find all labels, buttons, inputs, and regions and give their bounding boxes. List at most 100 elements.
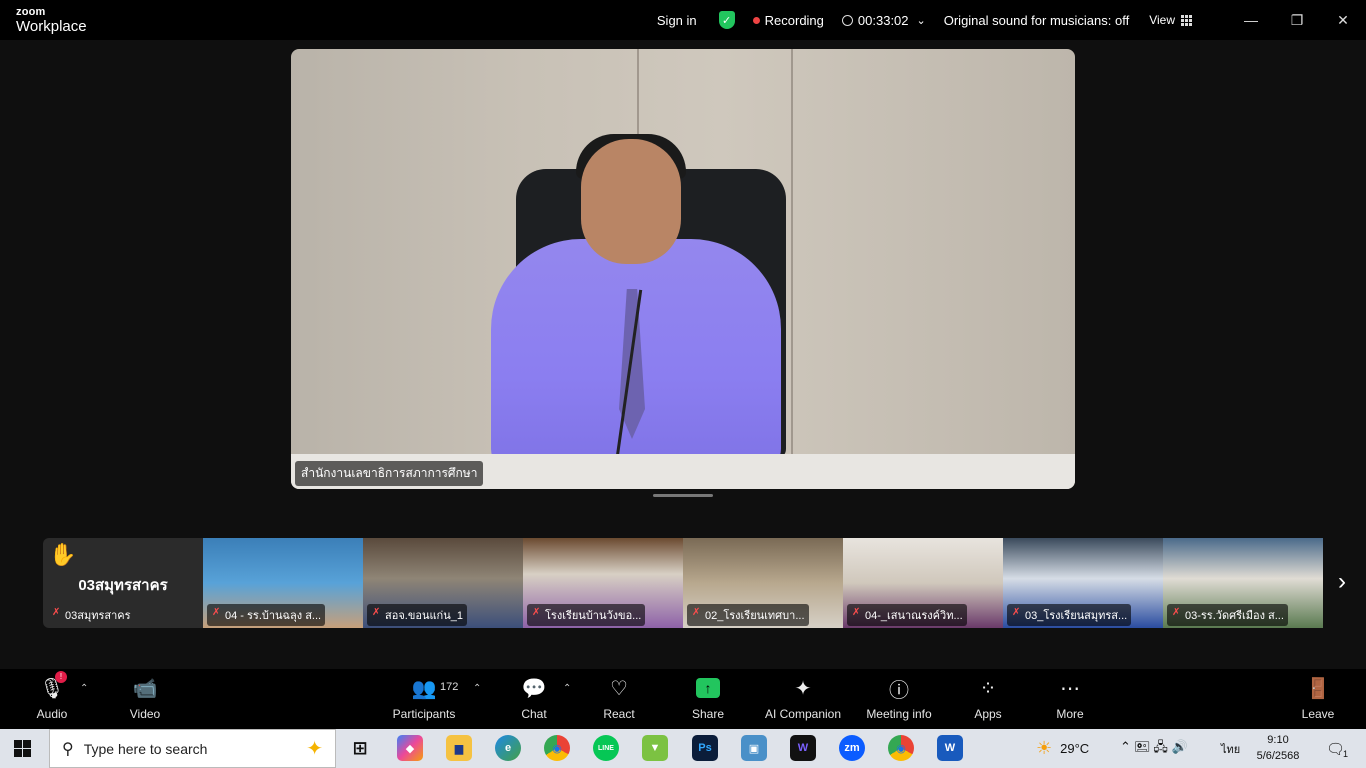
resize-handle[interactable] xyxy=(653,494,713,497)
meeting-timer[interactable]: 00:33:02 ⌄ xyxy=(841,13,926,28)
sign-in-button[interactable]: Sign in xyxy=(657,13,697,28)
participant-tile[interactable]: ✗ 04 - รร.บ้านฉลุง ส... xyxy=(203,538,363,628)
apps-label: Apps xyxy=(974,707,1002,721)
participant-name-label: ✗ 03_โรงเรียนสมุทรส... xyxy=(1007,604,1132,626)
minimize-button[interactable]: — xyxy=(1228,0,1274,40)
share-arrow-icon: ↑ xyxy=(696,678,720,698)
share-button[interactable]: ↑ Share xyxy=(690,669,726,729)
edge-icon[interactable]: e xyxy=(495,735,521,761)
task-view-icon[interactable]: ⊞ xyxy=(347,735,373,761)
participant-strip: ✋ 03สมุทรสาคร ✗ 03สมุทรสาคร ✗ 04 - รร.บ้าน… xyxy=(43,538,1323,628)
taskbar-search-box[interactable]: ⚲ Type here to search ✦ xyxy=(49,729,336,768)
weather-widget[interactable]: ☀ 29°C xyxy=(1036,729,1089,768)
download-app-icon[interactable]: ▼ xyxy=(642,735,668,761)
zoom-window: zoom Workplace Sign in ✓ Recording 00:33… xyxy=(0,0,1366,768)
participant-tile[interactable]: ✗ 04-_เสนาณรงค์วิท... xyxy=(843,538,1003,628)
view-button[interactable]: View xyxy=(1149,13,1192,27)
photoshop-icon[interactable]: Ps xyxy=(692,735,718,761)
windows-start-icon[interactable] xyxy=(14,740,31,757)
file-explorer-icon[interactable]: ▆ xyxy=(446,735,472,761)
zoom-app-icon[interactable]: zm xyxy=(839,735,865,761)
audio-options-caret-icon[interactable]: ⌃ xyxy=(80,683,88,694)
copilot-icon[interactable]: ◆ xyxy=(397,735,423,761)
leave-label: Leave xyxy=(1301,707,1335,721)
next-page-chevron-icon[interactable]: › xyxy=(1338,568,1346,596)
word-icon[interactable]: W xyxy=(937,735,963,761)
ai-companion-label: AI Companion xyxy=(764,707,842,721)
participant-tile[interactable]: ✗ 03_โรงเรียนสมุทรส... xyxy=(1003,538,1163,628)
active-speaker-video[interactable]: สำนักงานเลขาธิการสภาการศึกษา xyxy=(291,49,1075,489)
security-shield-icon[interactable]: ✓ xyxy=(718,11,735,29)
meeting-toolbar: 🎙! Audio ⌃ 📹 Video 👥 Participants 172 ⌃ … xyxy=(0,669,1366,729)
participants-count: 172 xyxy=(440,681,459,693)
muted-mic-icon: ✗ xyxy=(212,607,221,618)
notification-center-icon[interactable]: 🗨 1 xyxy=(1326,729,1348,768)
timer-chevron-icon: ⌄ xyxy=(916,14,926,27)
video-button[interactable]: 📹 Video xyxy=(124,669,166,729)
original-sound-status[interactable]: Original sound for musicians: off xyxy=(944,13,1129,28)
weather-sun-icon: ☀ xyxy=(1036,738,1053,758)
record-dot-icon xyxy=(752,16,760,24)
recording-indicator[interactable]: Recording xyxy=(752,13,824,28)
participant-name-label: ✗ 03-รร.วัดศรีเมือง ส... xyxy=(1167,604,1288,626)
leave-button[interactable]: 🚪 Leave xyxy=(1300,669,1336,729)
remote-app-icon[interactable]: ▣ xyxy=(741,735,767,761)
share-label: Share xyxy=(691,707,725,721)
info-icon: ⓘ xyxy=(889,679,909,702)
leave-icon: 🚪 xyxy=(1305,677,1331,700)
participant-name-label: ✗ 04 - รร.บ้านฉลุง ส... xyxy=(207,604,326,626)
chrome-profile-icon[interactable]: ◉ xyxy=(888,735,914,761)
react-button[interactable]: ♡ React xyxy=(600,669,638,729)
participant-name-label: ✗ 03สมุทรสาคร xyxy=(47,604,135,626)
search-placeholder: Type here to search xyxy=(83,740,208,757)
video-off-icon: 📹 xyxy=(132,677,158,700)
participant-name: โรงเรียนบ้านวังขอ... xyxy=(545,610,642,622)
meeting-info-button[interactable]: ⓘ Meeting info xyxy=(862,669,936,729)
zoom-logo: zoom Workplace xyxy=(16,6,87,35)
grid-view-icon xyxy=(1181,14,1192,26)
participant-tile[interactable]: ✗ 02_โรงเรียนเทศบา... xyxy=(683,538,843,628)
restore-button[interactable]: ❐ xyxy=(1274,0,1320,40)
brand-bottom: Workplace xyxy=(16,18,87,35)
clock-time: 9:10 xyxy=(1267,734,1289,746)
participant-tile[interactable]: ✗ สอจ.ขอนแก่น_1 xyxy=(363,538,523,628)
chat-button[interactable]: 💬 Chat xyxy=(516,669,552,729)
system-tray-icons[interactable]: ⌃ 🖭 🖧 🔊 xyxy=(1120,729,1188,768)
taskbar-clock[interactable]: 9:10 5/6/2568 xyxy=(1252,732,1304,764)
participants-options-caret-icon[interactable]: ⌃ xyxy=(473,683,481,694)
line-app-icon[interactable]: LINE xyxy=(593,735,619,761)
brand-top: zoom xyxy=(16,6,46,18)
close-button[interactable]: ✕ xyxy=(1320,0,1366,40)
participant-tile[interactable]: ✋ 03สมุทรสาคร ✗ 03สมุทรสาคร xyxy=(43,538,203,628)
participant-name: 04-_เสนาณรงค์วิท... xyxy=(865,610,963,622)
participant-display-name: 03สมุทรสาคร xyxy=(78,577,168,594)
audio-button[interactable]: 🎙! Audio xyxy=(32,669,72,729)
participant-tile[interactable]: ✗ โรงเรียนบ้านวังขอ... xyxy=(523,538,683,628)
ai-companion-button[interactable]: ✦ AI Companion xyxy=(762,669,844,729)
speaker-name-label: สำนักงานเลขาธิการสภาการศึกษา xyxy=(295,461,484,486)
shield-icon: ✓ xyxy=(718,11,735,29)
participant-name: สอจ.ขอนแก่น_1 xyxy=(385,610,463,622)
chat-icon: 💬 xyxy=(521,677,547,700)
chat-options-caret-icon[interactable]: ⌃ xyxy=(563,683,571,694)
temperature: 29°C xyxy=(1060,741,1090,756)
raised-hand-icon: ✋ xyxy=(49,542,77,567)
heart-icon: ♡ xyxy=(610,677,628,700)
more-button[interactable]: ⋯ More xyxy=(1053,669,1087,729)
participant-name-label: ✗ โรงเรียนบ้านวังขอ... xyxy=(527,604,646,626)
muted-mic-icon: ✗ xyxy=(692,607,701,618)
participant-name-label: ✗ 04-_เสนาณรงค์วิท... xyxy=(847,604,967,626)
apps-button[interactable]: ⁘ Apps xyxy=(970,669,1006,729)
participant-name-label: ✗ สอจ.ขอนแก่น_1 xyxy=(367,604,467,626)
muted-mic-icon: ✗ xyxy=(372,607,381,618)
input-language[interactable]: ไทย xyxy=(1221,729,1240,768)
share-icon: ↑ xyxy=(695,675,721,701)
webex-icon[interactable]: W xyxy=(790,735,816,761)
participant-tile[interactable]: ✗ 03-รร.วัดศรีเมือง ส... xyxy=(1163,538,1323,628)
chrome-icon[interactable]: ◉ xyxy=(544,735,570,761)
participants-icon: 👥 xyxy=(411,677,437,700)
microphone-icon: 🎙! xyxy=(39,671,67,701)
title-bar-controls: Sign in ✓ Recording 00:33:02 ⌄ Original … xyxy=(657,0,1366,40)
participants-button[interactable]: 👥 Participants xyxy=(390,669,458,729)
muted-mic-icon: ✗ xyxy=(1172,607,1181,618)
